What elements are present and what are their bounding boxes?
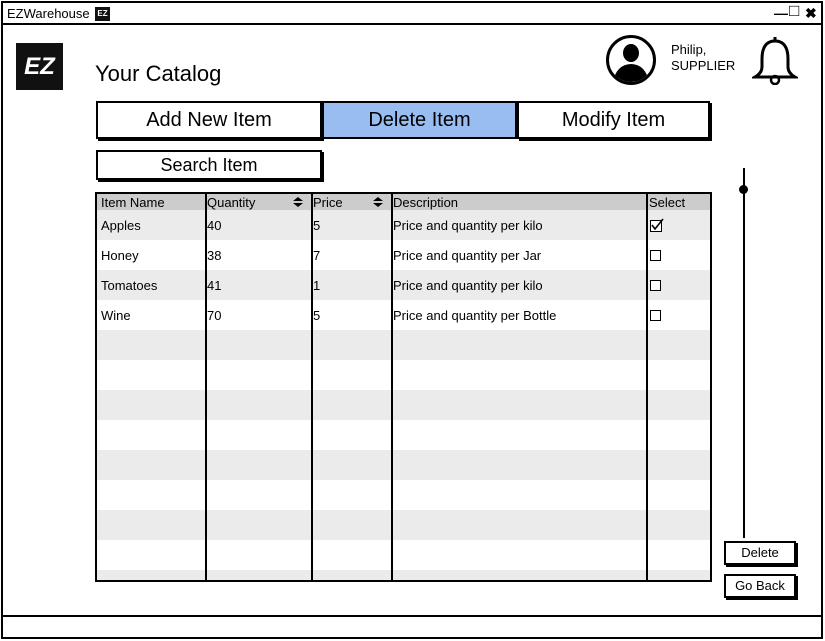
description-cell: Price and quantity per kilo [393,278,543,293]
empty-row [97,480,710,510]
user-name: Philip, [671,42,707,57]
item-name-cell: Wine [101,308,131,323]
empty-row [97,450,710,480]
description-cell: Price and quantity per Bottle [393,308,557,323]
price-cell: 5 [313,308,321,323]
column-header-price[interactable]: Price [313,195,343,210]
empty-row [97,390,710,420]
search-item-button[interactable]: Search Item [96,150,322,180]
item-name-cell: Apples [101,218,141,233]
minimize-icon[interactable]: — [774,5,788,21]
avatar[interactable] [606,35,656,85]
scrollbar-track[interactable] [743,168,745,538]
window-logo-icon: EZ [95,7,110,21]
status-bar-divider [1,615,823,617]
checkbox-checked-icon[interactable] [650,218,665,232]
window-title: EZWarehouse [7,6,90,21]
title-bar: EZWarehouse EZ — □ ✖ [1,1,823,25]
column-header-quantity[interactable]: Quantity [207,195,255,210]
item-name-cell: Honey [101,248,139,263]
table-row[interactable]: Honey 38 7 Price and quantity per Jar [97,240,710,270]
empty-row [97,360,710,390]
column-divider [205,194,207,580]
empty-row [97,570,710,580]
column-divider [391,194,393,580]
item-name-cell: Tomatoes [101,278,158,293]
description-cell: Price and quantity per kilo [393,218,543,233]
close-icon[interactable]: ✖ [805,5,817,21]
empty-row [97,540,710,570]
sort-quantity-icon[interactable] [293,197,303,207]
row-select-checkbox[interactable] [650,250,661,261]
table-row[interactable]: Wine 70 5 Price and quantity per Bottle [97,300,710,330]
quantity-cell: 70 [207,308,222,323]
column-divider [311,194,313,580]
avatar-body-shape [614,64,648,82]
scrollbar-thumb[interactable] [739,185,748,194]
price-cell: 5 [313,218,321,233]
empty-row [97,420,710,450]
go-back-button[interactable]: Go Back [724,574,796,598]
empty-row [97,510,710,540]
table-row[interactable]: Apples 40 5 Price and quantity per kilo [97,210,710,240]
description-cell: Price and quantity per Jar [393,248,542,263]
delete-item-button[interactable]: Delete Item [322,101,517,139]
column-divider [646,194,648,580]
price-cell: 1 [313,278,321,293]
avatar-head-shape [623,44,639,62]
column-header-description[interactable]: Description [393,195,458,210]
row-select-checkbox[interactable] [650,280,661,291]
column-header-item-name[interactable]: Item Name [101,195,165,210]
page-title: Your Catalog [95,61,222,86]
quantity-cell: 38 [207,248,222,263]
row-select-checkbox[interactable] [650,310,661,321]
add-new-item-button[interactable]: Add New Item [96,101,322,139]
modify-item-button[interactable]: Modify Item [517,101,710,139]
catalog-table: Item Name Quantity Price Description Sel… [95,192,712,582]
quantity-cell: 40 [207,218,222,233]
quantity-cell: 41 [207,278,222,293]
price-cell: 7 [313,248,321,263]
maximize-icon[interactable]: □ [789,2,799,19]
bell-icon[interactable] [752,37,798,85]
sort-price-icon[interactable] [373,197,383,207]
table-header-row: Item Name Quantity Price Description Sel… [97,194,710,210]
column-header-select[interactable]: Select [649,195,685,210]
user-role: SUPPLIER [671,58,736,73]
delete-button[interactable]: Delete [724,541,796,565]
table-row[interactable]: Tomatoes 41 1 Price and quantity per kil… [97,270,710,300]
app-logo: EZ [16,43,63,90]
empty-row [97,330,710,360]
